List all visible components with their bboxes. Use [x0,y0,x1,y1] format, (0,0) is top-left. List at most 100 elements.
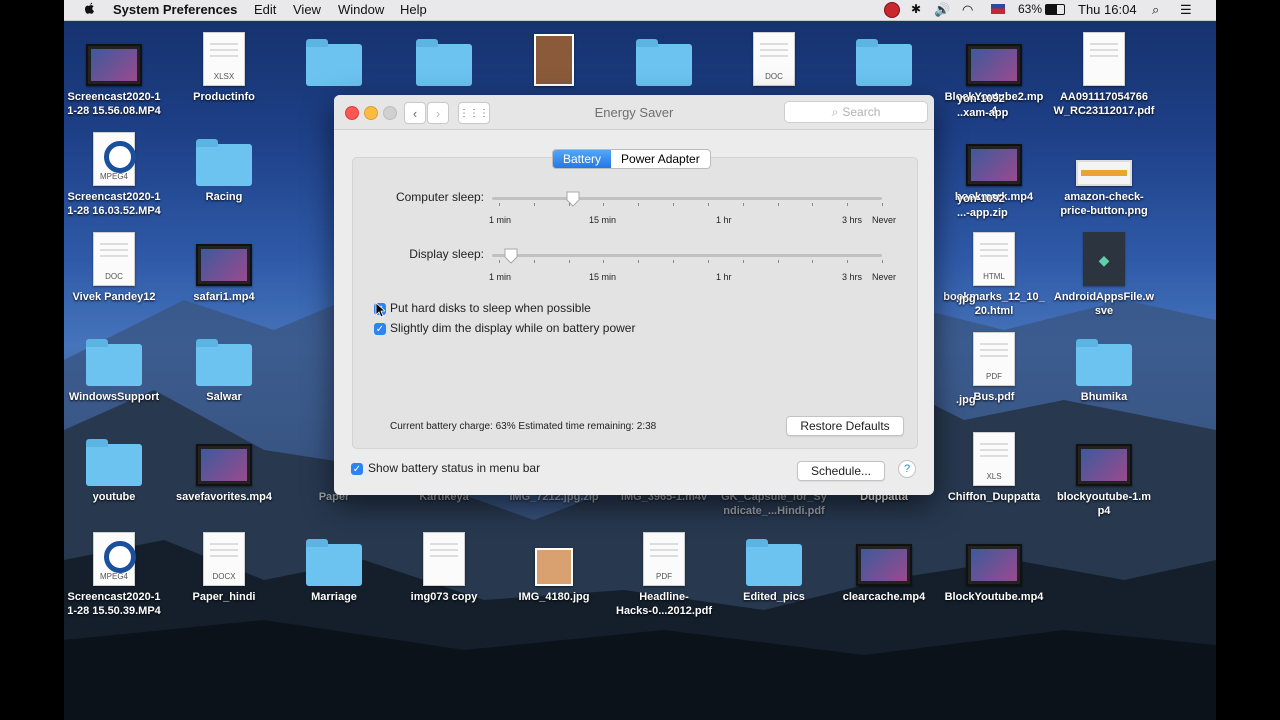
battery-percent[interactable]: 63% [1018,2,1042,16]
video-file-icon [192,230,256,286]
tab-power-adapter[interactable]: Power Adapter [611,150,710,168]
desktop-icon[interactable]: Bhumika [1049,330,1159,404]
desktop-icon[interactable]: safari1.mp4 [169,230,279,304]
clock[interactable]: Thu 16:04 [1078,2,1137,17]
desktop-icon[interactable]: XLS Chiffon_Duppatta [939,430,1049,504]
dim-display-checkbox[interactable]: ✓ [374,323,386,335]
search-placeholder: Search [842,105,881,119]
spotlight-search-icon[interactable]: ⌕ [1152,2,1159,18]
volume-icon[interactable]: 🔊 [934,2,950,18]
desktop-icon[interactable] [279,30,389,90]
slider-tick-label: Never [872,272,897,282]
document-icon: DOCX [192,530,256,586]
slider-tick [568,203,570,206]
notification-center-icon[interactable]: ☰ [1180,2,1192,18]
desktop-icon[interactable] [499,30,609,90]
desktop-icon[interactable]: savefavorites.mp4 [169,430,279,504]
desktop-icon[interactable] [829,30,939,90]
help-button[interactable]: ? [898,460,916,478]
slider-tick [812,260,814,263]
folder-icon [302,30,366,86]
apple-menu-icon[interactable] [82,1,96,17]
document-icon: PDF [632,530,696,586]
desktop-icon[interactable] [389,30,499,90]
desktop-icon[interactable]: ◆ AndroidAppsFile.w sve [1049,230,1159,318]
menu-edit[interactable]: Edit [254,2,276,17]
desktop-icon[interactable]: WindowsSupport [64,330,169,404]
desktop-icon-label: Paper_hindi [192,591,256,603]
slider-tick-label: 3 hrs [842,215,863,225]
window-titlebar[interactable]: ‹ › ⋮⋮⋮ Energy Saver ⌕ Search [334,95,934,130]
desktop-icon[interactable]: Screencast2020-1 1-28 15.56.08.MP4 [64,30,169,118]
file-extension-label: PDF [986,372,1002,381]
desktop-icon-label: Salwar [206,391,242,403]
slider-tick [638,203,640,206]
desktop-icon[interactable]: clearcache.mp4 [829,530,939,604]
desktop-icon-label: Marriage [311,591,357,603]
desktop-icon[interactable]: MPEG4 Screencast2020-1 1-28 16.03.52.MP4 [64,130,169,218]
desktop-icon-label: Vivek Pandey12 [72,291,156,303]
battery-icon[interactable] [1045,4,1065,15]
menu-view[interactable]: View [293,2,321,17]
document-icon: DOC [82,230,146,286]
bluetooth-icon[interactable]: ✱ [911,2,921,16]
app-file-icon: ◆ [1072,230,1136,286]
desktop-icon[interactable]: DOCX Paper_hindi [169,530,279,604]
desktop: System Preferences Edit View Window Help… [64,0,1216,720]
slider-tick-label: 1 hr [716,272,732,282]
slider-tick [499,203,500,206]
desktop-icon[interactable]: AA091117054766 W_RC23112017.pdf [1049,30,1159,118]
record-icon[interactable] [884,2,900,18]
folder-icon [82,330,146,386]
desktop-icon[interactable]: DOC Vivek Pandey12 [64,230,169,304]
search-field[interactable]: ⌕ Search [784,101,928,123]
restore-defaults-button[interactable]: Restore Defaults [786,416,904,436]
desktop-icon[interactable]: XLSX Productinfo [169,30,279,104]
desktop-icon[interactable]: PDF Headline- Hacks-0...2012.pdf [609,530,719,618]
schedule-button[interactable]: Schedule... [797,461,885,481]
slider-tick [533,260,535,263]
menu-bar: System Preferences Edit View Window Help… [64,0,1216,21]
wifi-icon[interactable]: ◠ [962,2,973,18]
menu-window[interactable]: Window [338,2,384,17]
desktop-icon[interactable]: Salwar [169,330,279,404]
desktop-icon[interactable]: img073 copy [389,530,499,604]
slider-tick [847,260,849,263]
video-file-icon [962,30,1026,86]
display-sleep-slider-knob[interactable] [504,248,518,264]
desktop-icon[interactable]: BlockYoutube.mp4 [939,530,1049,604]
desktop-icon[interactable]: IMG_4180.jpg [499,530,609,604]
menu-app-name[interactable]: System Preferences [113,2,237,17]
desktop-icon-label: Chiffon_Duppatta [947,491,1041,503]
desktop-icon-label: BlockYoutube.mp4 [944,591,1044,603]
desktop-icon-label: Edited_pics [743,591,805,603]
input-source-flag-icon[interactable] [991,4,1005,14]
desktop-icon[interactable]: MPEG4 Screencast2020-1 1-28 15.50.39.MP4 [64,530,169,618]
show-battery-status-checkbox[interactable]: ✓ [351,463,363,475]
desktop-icon[interactable]: amazon-check- price-button.png [1049,130,1159,218]
desktop-icon[interactable]: Marriage [279,530,389,604]
desktop-icon[interactable]: DOC [719,30,829,90]
computer-sleep-label: Computer sleep: [395,190,484,204]
desktop-icon[interactable]: Edited_pics [719,530,829,604]
slider-tick-label: 1 min [489,272,512,282]
desktop-icon[interactable] [609,30,719,90]
slider-tick [812,203,814,206]
desktop-icon[interactable]: blockyoutube-1.m p4 [1049,430,1159,518]
folder-icon [82,430,146,486]
computer-sleep-slider[interactable] [492,197,882,200]
desktop-icon-label: Racing [205,191,243,203]
folder-icon [632,30,696,86]
slider-tick [707,203,709,206]
desktop-icon[interactable]: Racing [169,130,279,204]
slider-tick [568,260,570,263]
folder-icon [302,530,366,586]
video-file-icon [852,530,916,586]
video-file-icon [962,130,1026,186]
menu-help[interactable]: Help [400,2,427,17]
desktop-icon[interactable]: youtube [64,430,169,504]
tab-battery[interactable]: Battery [553,150,612,168]
desktop-icon-label: blockyoutube-1.m p4 [1056,491,1152,517]
display-sleep-slider[interactable] [492,254,882,257]
slider-tick [603,203,605,206]
